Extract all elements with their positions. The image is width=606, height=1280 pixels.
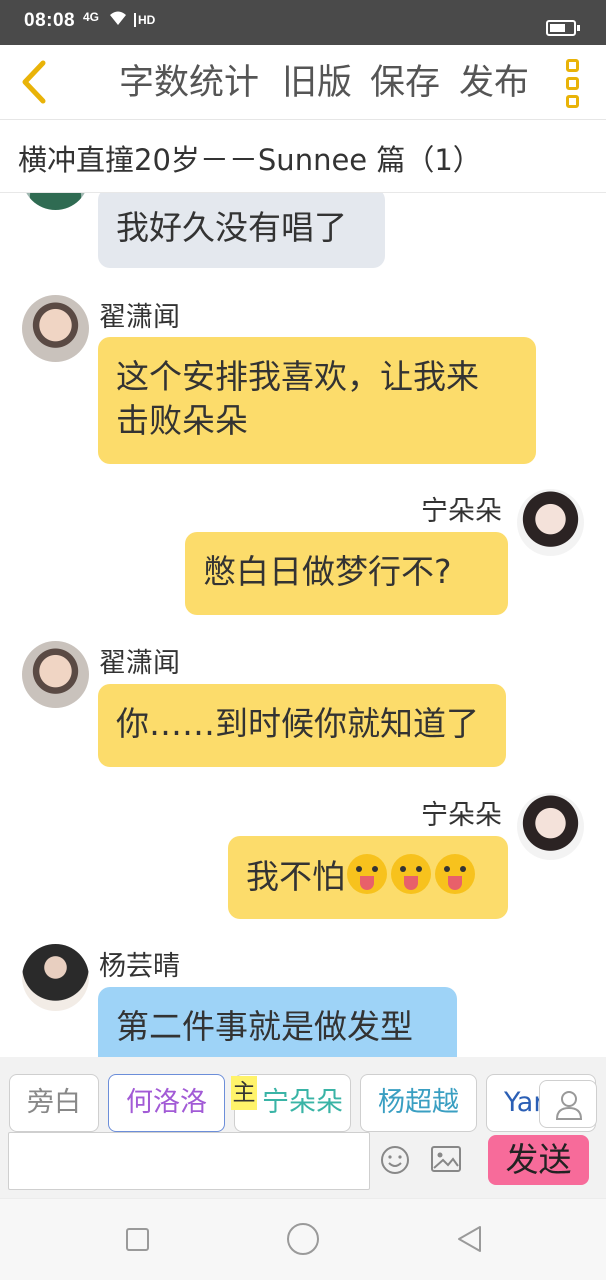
word-count-button[interactable]: 字数统计 (119, 63, 259, 103)
avatar[interactable] (22, 295, 89, 362)
more-vertical-icon[interactable] (560, 57, 584, 108)
hd-indicator: HD (134, 13, 155, 27)
speaker-name: 宁朵朵 (421, 496, 502, 527)
tongue-out-emoji (435, 854, 475, 894)
status-bar: 08:08 4G HD (0, 0, 606, 45)
user-icon[interactable] (539, 1080, 597, 1128)
message-text: 你……到时候你就知道了 (116, 704, 479, 743)
message-bubble[interactable]: 憋白日做梦行不? (185, 532, 508, 615)
avatar[interactable] (517, 793, 584, 860)
message-bubble[interactable]: 第二件事就是做发型 (98, 987, 457, 1057)
battery-icon (546, 20, 580, 36)
tongue-out-emoji (391, 854, 431, 894)
message-bubble[interactable]: 你……到时候你就知道了 (98, 684, 506, 767)
message-text: 我好久没有唱了 (116, 208, 347, 247)
main-character-tag: 主 (231, 1076, 257, 1110)
story-title[interactable]: 横冲直撞20岁－－Sunnee 篇（1） (18, 137, 482, 179)
chevron-left-icon[interactable] (18, 59, 50, 105)
circle-icon[interactable] (287, 1223, 319, 1255)
image-icon[interactable] (430, 1145, 462, 1173)
message-text-line: 这个安排我喜欢，让我来 (116, 357, 479, 396)
tongue-out-emoji (347, 854, 387, 894)
message-text: 第二件事就是做发型 (116, 1007, 413, 1046)
speaker-name: 宁朵朵 (421, 800, 502, 831)
message-bubble[interactable]: 我好久没有唱了 (98, 193, 385, 268)
save-button[interactable]: 保存 (370, 63, 440, 103)
wifi-icon (108, 9, 128, 31)
old-version-button[interactable]: 旧版 (282, 63, 352, 103)
avatar[interactable] (22, 641, 89, 708)
network-indicator: 4G (83, 10, 100, 24)
character-tab[interactable]: 杨超越 (360, 1074, 477, 1132)
message-text: 憋白日做梦行不? (203, 552, 452, 591)
system-nav-bar (0, 1198, 606, 1280)
message-text-line: 击败朵朵 (116, 401, 248, 440)
composer-panel: 旁白 何洛洛 宁朵朵 主 杨超越 Yan 发送 (0, 1057, 606, 1198)
message-text: 我不怕 (246, 857, 345, 896)
editor-toolbar: 字数统计 旧版 保存 发布 (0, 45, 606, 120)
status-time: 08:08 (24, 10, 76, 31)
triangle-back-icon[interactable] (455, 1224, 483, 1254)
character-name: 杨超越 (378, 1087, 459, 1118)
send-button[interactable]: 发送 (488, 1135, 589, 1185)
message-input[interactable] (8, 1132, 370, 1190)
avatar[interactable] (22, 944, 89, 1011)
speaker-name: 杨芸晴 (99, 951, 180, 982)
speaker-name: 翟潇闻 (99, 648, 180, 679)
message-bubble[interactable]: 这个安排我喜欢，让我来 击败朵朵 (98, 337, 536, 464)
avatar[interactable] (22, 193, 89, 210)
smiley-icon[interactable] (380, 1145, 410, 1175)
character-tab[interactable]: 旁白 (9, 1074, 99, 1132)
character-name: 旁白 (27, 1087, 81, 1118)
avatar[interactable] (517, 489, 584, 556)
story-title-bar: 横冲直撞20岁－－Sunnee 篇（1） (0, 121, 606, 193)
speaker-name: 翟潇闻 (99, 302, 180, 333)
message-bubble[interactable]: 我不怕 (228, 836, 508, 919)
square-icon[interactable] (126, 1228, 149, 1251)
publish-button[interactable]: 发布 (459, 63, 529, 103)
character-name: 宁朵朵 (262, 1087, 343, 1118)
character-tab[interactable]: 何洛洛 (108, 1074, 225, 1132)
chat-area[interactable]: 我好久没有唱了 翟潇闻 这个安排我喜欢，让我来 击败朵朵 宁朵朵 憋白日做梦行不… (0, 193, 606, 1057)
character-name: 何洛洛 (126, 1087, 207, 1118)
